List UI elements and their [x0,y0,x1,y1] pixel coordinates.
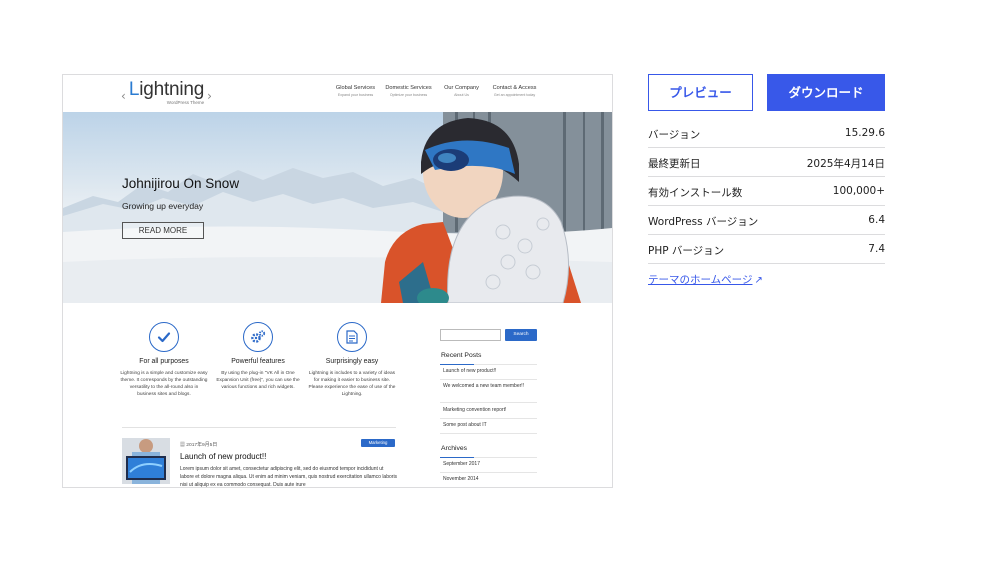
nav-item-global-services: Global Services Expand your business [329,85,382,97]
archive-item: September 2017 [443,461,480,467]
logo-subtitle: WordPress Theme [166,100,205,105]
document-icon [337,322,367,352]
meta-row-active-installs: 有効インストール数 100,000+ [648,177,885,206]
feature-powerful-features: Powerful features By using the plug-in "… [214,322,302,391]
theme-homepage-link[interactable]: テーマのホームページ ↗ [648,272,763,287]
content-divider [122,427,396,428]
feature-title: Surprisingly easy [325,358,379,365]
nav-item-contact-access: Contact & Access Get an appointment toda… [488,85,541,97]
meta-label: 有効インストール数 [648,187,743,199]
sidebar-search-button: Search [505,329,537,341]
meta-label: バージョン [648,129,701,141]
site-header: ‹ Lightning WordPress Theme › Global Ser… [63,75,612,112]
logo-initial: L [128,79,140,100]
recent-post-item: We welcomed a new team member!! [443,383,525,389]
nav-item-domestic-services: Domestic Services Optimize your business [382,85,435,97]
meta-row-php-version: PHP バージョン 7.4 [648,235,885,264]
feature-title: For all purposes [139,358,189,365]
check-icon [149,322,179,352]
meta-label: WordPress バージョン [648,216,759,228]
recent-posts-heading: Recent Posts [441,352,482,359]
nav-item-subtitle: Get an appointment today [493,93,536,97]
nav-item-subtitle: About Us [454,93,469,97]
nav-item-our-company: Our Company About Us [435,85,488,97]
post-excerpt: Lorem ipsum dolor sit amet, consectetur … [180,466,398,488]
recent-post-item: Launch of new product!! [443,368,497,374]
nav-item-title: Global Services [335,85,376,91]
feature-surprisingly-easy: Surprisingly easy Lightning is includes … [308,322,396,398]
post-thumbnail [122,438,170,484]
theme-screenshot: ‹ Lightning WordPress Theme › Global Ser… [62,74,613,488]
post-title: Launch of new product!! [180,452,267,461]
post-date: ▦ 2017年9月5日 [180,441,217,448]
archives-heading: Archives [441,445,468,452]
widget-accent-line [440,364,474,365]
post-category-badge: Marketing [361,439,395,447]
sidebar-search-input [440,329,501,341]
meta-label: PHP バージョン [648,245,725,257]
post-date-text: 2017年9月5日 [186,443,218,448]
gears-icon [243,322,273,352]
external-arrow-icon: ↗ [754,275,763,286]
theme-homepage-link-text[interactable]: テーマのホームページ [648,274,752,286]
nav-item-title: Our Company [444,85,479,91]
theme-meta-list: バージョン 15.29.6 最終更新日 2025年4月14日 有効インストール数… [648,119,885,264]
meta-row-version: バージョン 15.29.6 [648,119,885,148]
nav-item-title: Domestic Services [385,85,432,91]
meta-row-last-updated: 最終更新日 2025年4月14日 [648,148,885,177]
hero-banner: Johnijirou On Snow Growing up everyday R… [63,112,612,303]
feature-for-all-purposes: For all purposes Lightning is a simple a… [120,322,208,398]
site-logo: ‹ Lightning WordPress Theme › [121,79,212,107]
feature-description: By using the plug-in "VK All in One Expa… [216,371,300,390]
feature-title: Powerful features [231,358,285,365]
nav-item-title: Contact & Access [492,85,537,91]
meta-value: 7.4 [868,243,885,255]
meta-row-wordpress-version: WordPress バージョン 6.4 [648,206,885,235]
preview-button[interactable]: プレビュー [648,74,753,111]
list-divider [440,418,537,419]
list-divider [440,433,537,434]
recent-post-item: Some post about IT [443,422,487,428]
meta-value: 6.4 [868,214,885,226]
logo-text: ightning [139,79,205,100]
meta-value: 100,000+ [832,185,885,197]
meta-label: 最終更新日 [648,158,701,170]
hero-read-more-button: READ MORE [122,222,204,239]
archive-item: November 2014 [443,476,479,482]
nav-item-subtitle: Expand your business [337,93,374,97]
widget-accent-line [440,457,474,458]
hero-title: Johnijirou On Snow [122,176,240,191]
meta-value: 2025年4月14日 [806,158,885,170]
logo-right-bracket: › [207,89,212,103]
list-divider [440,379,537,380]
meta-value: 15.29.6 [844,127,885,139]
feature-description: Lightning is a simple and customize easy… [120,371,208,397]
list-divider [440,472,537,473]
list-divider [440,402,537,403]
hero-subtitle: Growing up everyday [122,201,204,211]
feature-description: Lightning is includes to a variety of id… [308,371,396,397]
recent-post-item: Marketing convention report! [443,407,507,413]
nav-item-subtitle: Optimize your business [389,93,428,97]
global-nav: Global Services Expand your business Dom… [329,85,541,97]
download-button[interactable]: ダウンロード [767,74,885,111]
